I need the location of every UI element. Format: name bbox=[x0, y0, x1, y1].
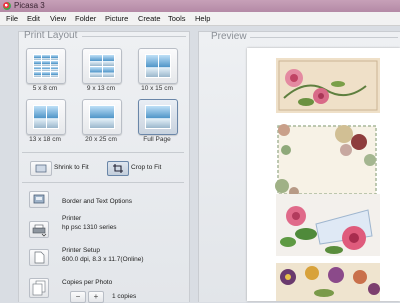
preview-photo bbox=[276, 194, 380, 256]
layout-button-10x15[interactable] bbox=[138, 48, 178, 84]
layout-button-9x13[interactable] bbox=[82, 48, 122, 84]
printer-name[interactable]: hp psc 1310 series bbox=[62, 224, 117, 232]
section-divider bbox=[22, 182, 184, 183]
window-title: Picasa 3 bbox=[14, 1, 45, 10]
layout-label-20x25: 20 x 25 cm bbox=[85, 136, 117, 143]
photo-grid-4x3-icon bbox=[33, 54, 59, 78]
crop-icon bbox=[113, 164, 123, 173]
preview-photo bbox=[276, 58, 380, 113]
shrink-icon bbox=[35, 164, 47, 173]
copies-icon bbox=[32, 280, 46, 296]
picasa-logo-icon bbox=[3, 2, 11, 10]
preview-title: Preview bbox=[211, 31, 247, 42]
layout-label-5x8: 5 x 8 cm bbox=[32, 85, 58, 92]
preview-photo bbox=[276, 263, 380, 301]
menu-tools[interactable]: Tools bbox=[168, 14, 186, 23]
layout-button-full-page[interactable] bbox=[138, 99, 178, 135]
page-setup-icon bbox=[34, 251, 45, 264]
layout-button-20x25[interactable] bbox=[82, 99, 122, 135]
copies-increase-button[interactable]: + bbox=[88, 291, 104, 303]
section-divider bbox=[22, 152, 184, 153]
printer-button[interactable] bbox=[29, 221, 49, 238]
printer-setup-details: 600.0 dpi, 8.3 x 11.7(Online) bbox=[62, 256, 144, 263]
border-text-options-button[interactable] bbox=[29, 191, 49, 208]
menu-file[interactable]: File bbox=[6, 14, 18, 23]
layout-label-full-page: Full Page bbox=[143, 136, 171, 143]
photo-grid-2x2-icon bbox=[89, 54, 115, 78]
printer-setup-heading: Printer Setup bbox=[62, 247, 100, 254]
layout-button-5x8[interactable] bbox=[26, 48, 66, 84]
photo-single-icon bbox=[89, 105, 115, 129]
shrink-to-fit-button[interactable] bbox=[30, 161, 52, 176]
printer-icon bbox=[32, 224, 47, 237]
section-divider bbox=[82, 36, 186, 37]
preview-photo bbox=[274, 120, 380, 200]
layout-label-9x13: 9 x 13 cm bbox=[86, 85, 116, 92]
printer-setup-button[interactable] bbox=[29, 249, 49, 266]
layout-button-13x18[interactable] bbox=[26, 99, 66, 135]
border-text-options-label: Border and Text Options bbox=[62, 198, 132, 205]
title-bar: Picasa 3 bbox=[0, 0, 400, 12]
preview-page[interactable] bbox=[247, 48, 400, 301]
menu-help[interactable]: Help bbox=[195, 14, 210, 23]
border-options-icon bbox=[33, 194, 45, 204]
photo-grid-1x2-icon bbox=[33, 105, 59, 129]
section-divider bbox=[250, 37, 398, 38]
menu-edit[interactable]: Edit bbox=[27, 14, 40, 23]
copies-heading: Copies per Photo bbox=[62, 279, 113, 286]
menu-view[interactable]: View bbox=[50, 14, 66, 23]
layout-label-13x18: 13 x 18 cm bbox=[29, 136, 61, 143]
crop-to-fit-button[interactable] bbox=[107, 161, 129, 176]
print-layout-title: Print Layout bbox=[24, 30, 78, 41]
copies-value: 1 copies bbox=[112, 293, 137, 300]
crop-to-fit-label: Crop to Fit bbox=[131, 164, 162, 171]
menu-bar: File Edit View Folder Picture Create Too… bbox=[0, 12, 400, 26]
copies-icon-button bbox=[29, 278, 49, 298]
shrink-to-fit-label: Shrink to Fit bbox=[54, 164, 89, 171]
menu-picture[interactable]: Picture bbox=[105, 14, 128, 23]
layout-label-10x15: 10 x 15 cm bbox=[141, 85, 173, 92]
copies-decrease-button[interactable]: − bbox=[70, 291, 86, 303]
menu-create[interactable]: Create bbox=[138, 14, 161, 23]
menu-folder[interactable]: Folder bbox=[75, 14, 96, 23]
photo-grid-1x2-icon bbox=[145, 54, 171, 78]
printer-heading: Printer bbox=[62, 215, 82, 222]
photo-full-page-icon bbox=[145, 105, 171, 129]
